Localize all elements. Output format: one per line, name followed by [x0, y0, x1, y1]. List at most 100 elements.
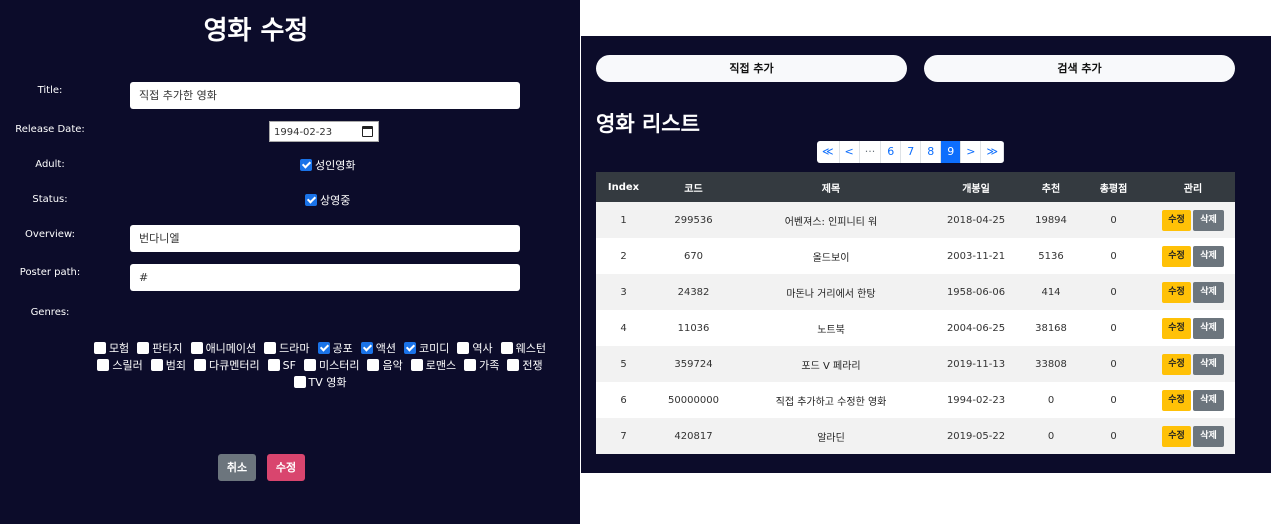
- delete-button[interactable]: 삭제: [1193, 425, 1224, 447]
- calendar-icon[interactable]: [362, 126, 373, 137]
- genre-checkbox[interactable]: [367, 359, 380, 371]
- genre-label: 드라마: [279, 342, 310, 355]
- genre-option[interactable]: 공포: [317, 340, 353, 357]
- genre-checkbox[interactable]: [264, 342, 277, 354]
- genre-checkbox[interactable]: [507, 359, 520, 371]
- genre-checkbox[interactable]: [404, 342, 417, 354]
- genre-option[interactable]: 스릴러: [97, 357, 143, 374]
- genre-option[interactable]: 로맨스: [410, 357, 456, 374]
- add-direct-button[interactable]: 직접 추가: [596, 55, 907, 82]
- genre-option[interactable]: 미스터리: [303, 357, 360, 374]
- delete-button[interactable]: 삭제: [1193, 209, 1224, 231]
- genre-option[interactable]: 애니메이션: [190, 340, 256, 357]
- genre-label: 모험: [108, 342, 130, 355]
- release-date-input[interactable]: 1994-02-23: [269, 121, 379, 142]
- genre-label: 미스터리: [318, 359, 360, 372]
- genre-option[interactable]: 가족: [464, 357, 499, 374]
- adult-checkbox-group: 성인영화: [300, 157, 355, 173]
- genre-checkbox[interactable]: [317, 342, 330, 354]
- delete-button[interactable]: 삭제: [1193, 281, 1224, 303]
- genre-option[interactable]: 음악: [367, 357, 403, 374]
- cell-score: 0: [1110, 286, 1117, 298]
- edit-button[interactable]: 수정: [1162, 353, 1191, 375]
- page-link[interactable]: 7: [901, 141, 922, 163]
- genre-option[interactable]: 전쟁: [507, 357, 543, 374]
- overview-label: Overview:: [25, 229, 75, 240]
- genre-checkbox[interactable]: [194, 359, 207, 371]
- movie-edit-form: 영화 수정 Title: 직접 추가한 영화 Release Date: 199…: [0, 0, 580, 524]
- genre-option[interactable]: 웨스턴: [500, 340, 546, 357]
- delete-button[interactable]: 삭제: [1193, 317, 1224, 339]
- genre-checkbox[interactable]: [360, 342, 373, 354]
- edit-button[interactable]: 수정: [1162, 389, 1191, 411]
- cell-title: 어벤져스: 인피니티 워: [784, 216, 878, 228]
- delete-button[interactable]: 삭제: [1193, 353, 1224, 375]
- cell-title: 포드 V 페라리: [801, 360, 861, 372]
- cell-code: 359724: [674, 358, 713, 370]
- adult-checkbox[interactable]: [300, 159, 312, 171]
- submit-edit-button[interactable]: 수정: [267, 454, 305, 481]
- cell-index: 3: [620, 286, 627, 298]
- edit-button[interactable]: 수정: [1162, 317, 1191, 339]
- page-link[interactable]: 6: [881, 141, 902, 163]
- genre-checkbox[interactable]: [303, 359, 316, 371]
- genre-checkbox[interactable]: [410, 359, 423, 371]
- genre-checkbox[interactable]: [457, 342, 470, 354]
- title-input[interactable]: 직접 추가한 영화: [130, 82, 520, 109]
- cell-code: 420817: [674, 430, 713, 442]
- genre-checkbox[interactable]: [267, 359, 280, 371]
- edit-button[interactable]: 수정: [1162, 209, 1191, 231]
- page-link[interactable]: ···: [860, 141, 882, 163]
- cell-actions: 수정 삭제: [1151, 202, 1235, 238]
- pagination: ≪ < ··· 6 7 8 9 > ≫: [817, 141, 1004, 163]
- genre-option[interactable]: TV 영화: [293, 374, 346, 391]
- column-header: 관리: [1151, 172, 1235, 202]
- cell-rec: 19894: [1035, 214, 1067, 226]
- genre-option[interactable]: 판타지: [137, 340, 183, 357]
- genre-checkbox[interactable]: [190, 342, 203, 354]
- genre-option[interactable]: 코미디: [404, 340, 449, 357]
- cell-title: 마돈나 거리에서 한탕: [786, 288, 876, 300]
- edit-button[interactable]: 수정: [1162, 425, 1191, 447]
- page-link[interactable]: 8: [921, 141, 942, 163]
- page-link[interactable]: >: [961, 141, 982, 163]
- genre-checkbox[interactable]: [97, 359, 110, 371]
- genre-checkbox[interactable]: [150, 359, 163, 371]
- add-search-button[interactable]: 검색 추가: [924, 55, 1235, 82]
- table-row: 2 670 올드보이 2003-11-21 5136 0 수정 삭제: [596, 238, 1235, 274]
- cell-date: 2018-04-25: [946, 214, 1006, 226]
- genre-option[interactable]: 다큐멘터리: [194, 357, 260, 374]
- genre-label: 다큐멘터리: [209, 359, 260, 372]
- genre-label: 액션: [375, 342, 397, 355]
- genre-option[interactable]: 드라마: [264, 340, 310, 357]
- page-link[interactable]: <: [840, 141, 860, 163]
- genre-checkbox[interactable]: [500, 342, 513, 354]
- poster-path-input[interactable]: #: [130, 264, 520, 291]
- genre-option[interactable]: 범죄: [150, 357, 186, 374]
- genre-option[interactable]: 액션: [360, 340, 397, 357]
- genre-checkbox[interactable]: [137, 342, 150, 354]
- cancel-button[interactable]: 취소: [218, 454, 256, 481]
- status-label: Status:: [32, 194, 68, 205]
- page-link[interactable]: ≫: [981, 141, 1004, 163]
- genre-option[interactable]: 모험: [93, 340, 130, 357]
- status-checkbox-group: 상영중: [305, 192, 350, 208]
- genre-option[interactable]: SF: [267, 357, 296, 374]
- genre-option[interactable]: 역사: [457, 340, 493, 357]
- genre-checkbox[interactable]: [293, 376, 306, 388]
- cell-title: 노트북: [817, 324, 845, 336]
- adult-label: Adult:: [35, 159, 65, 170]
- cell-title: 알라딘: [817, 432, 845, 444]
- edit-button[interactable]: 수정: [1162, 245, 1191, 267]
- edit-button[interactable]: 수정: [1162, 281, 1191, 303]
- genre-checkbox[interactable]: [464, 359, 477, 371]
- genre-checkbox[interactable]: [93, 342, 106, 354]
- cell-actions: 수정 삭제: [1151, 382, 1235, 418]
- status-checkbox[interactable]: [305, 194, 317, 206]
- page-link[interactable]: 9: [941, 141, 962, 163]
- page-link[interactable]: ≪: [817, 141, 840, 163]
- delete-button[interactable]: 삭제: [1193, 389, 1224, 411]
- cell-score: 0: [1110, 430, 1117, 442]
- overview-input[interactable]: 번다니엘: [130, 225, 520, 252]
- delete-button[interactable]: 삭제: [1193, 245, 1224, 267]
